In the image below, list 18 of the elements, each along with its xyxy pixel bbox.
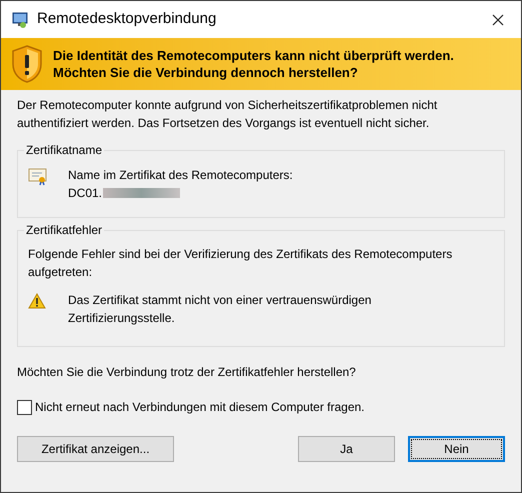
close-icon [492,14,504,26]
dont-ask-checkbox[interactable]: Nicht erneut nach Verbindungen mit diesem Computer fragen. [17,398,505,416]
dialog-button[interactable]: Ja [298,436,395,462]
error-message: Das Zertifikat stammt nicht von einer vertrauenswürdigen Zertifizierungsstelle. [68,292,372,327]
remote-desktop-icon [11,10,29,28]
dialog-button[interactable]: Nein [408,436,505,462]
window-title: Remotedesktopverbindung [37,9,216,30]
warning-shield-icon [10,44,44,84]
errors-description: Folgende Fehler sind bei der Verifizierung des Zertifikats des Remotecomputers aufgetreten: [28,246,454,281]
certificate-name-value: DC01. [68,185,102,202]
certificate-icon [28,168,48,186]
intro-text: Der Remotecomputer konnte aufgrund von Sicherheitszertifikatproblemen nicht authentifiziert werden. Das Fortsetzen des Vorgangs ist eventuell nicht sicher. [17,97,438,132]
question-text: Möchten Sie die Verbindung trotz der Zertifikatfehler herstellen? [17,364,357,381]
warning-message: Möchten Sie die Verbindung dennoch herstellen? [53,64,359,81]
warning-message: Die Identität des Remotecomputers kann nicht überprüft werden. [53,47,454,64]
dialog-button[interactable]: Zertifikat anzeigen... [17,436,174,462]
warning-icon [28,293,46,309]
certificate-name-label: Name im Zertifikat des Remotecomputers: [68,167,293,184]
